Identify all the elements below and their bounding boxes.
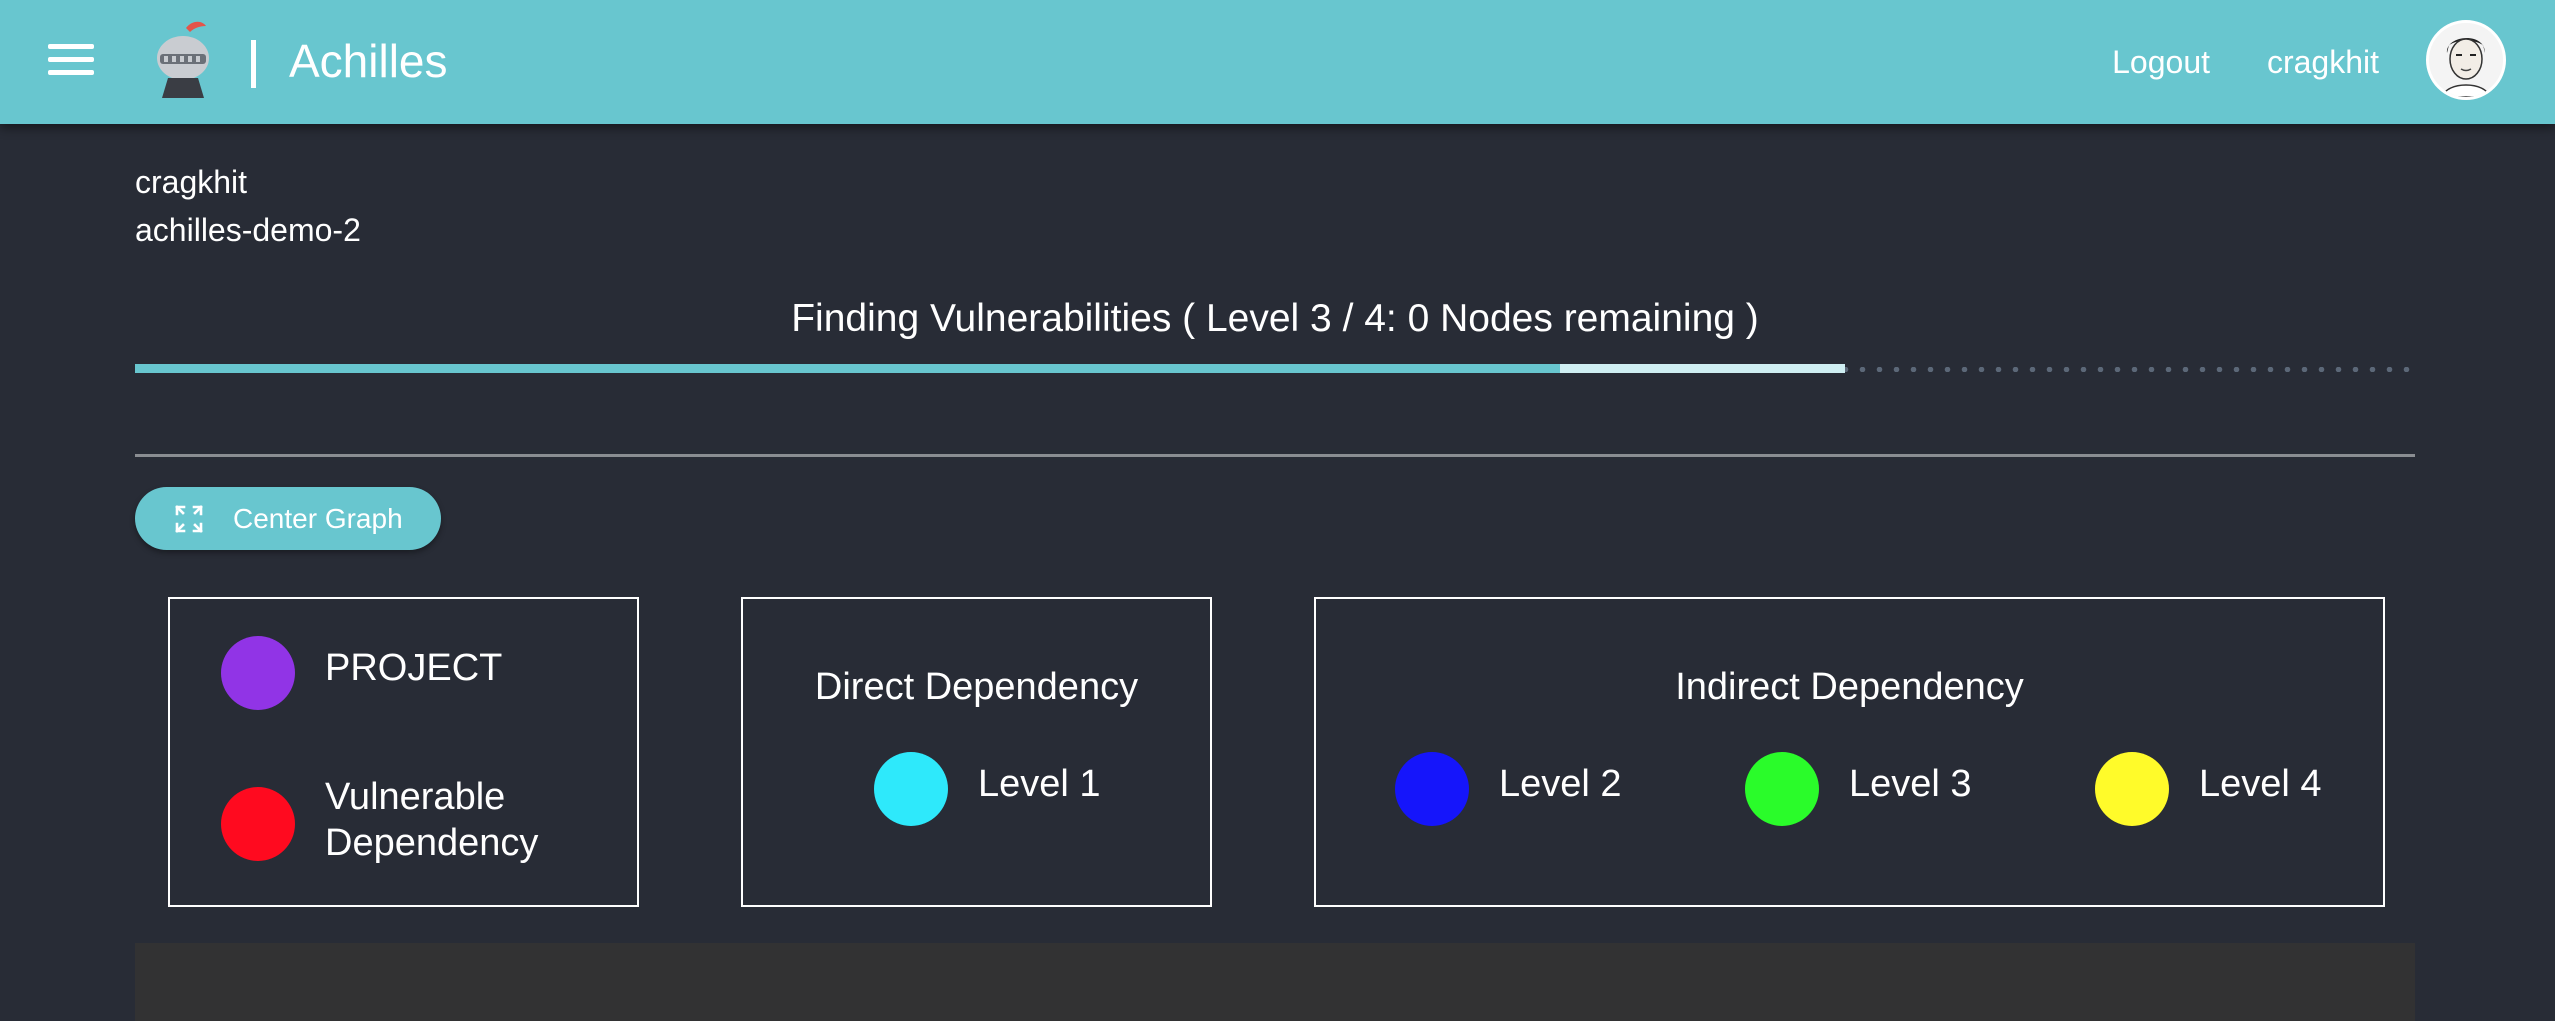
legend-direct-title: Direct Dependency [814, 666, 1139, 708]
legend-indirect: Indirect Dependency Level 2 Level 3 Leve… [1314, 597, 2385, 907]
breadcrumb-project[interactable]: achilles-demo-2 [135, 210, 361, 250]
legend-indirect-title: Indirect Dependency [1675, 666, 2024, 708]
legend-label-level-2: Level 2 [1499, 763, 1622, 805]
scan-progress-bar [135, 364, 2415, 374]
user-avatar[interactable] [2426, 20, 2506, 100]
username-link[interactable]: cragkhit [2267, 40, 2379, 84]
center-graph-button[interactable]: Center Graph [135, 487, 441, 550]
legend-label-level-1: Level 1 [978, 763, 1101, 805]
dependency-graph-canvas[interactable] [135, 943, 2415, 1021]
center-graph-label: Center Graph [233, 503, 403, 534]
legend-label-level-4: Level 4 [2199, 763, 2322, 805]
legend-general: PROJECT Vulnerable Dependency [168, 597, 639, 907]
legend-direct: Direct Dependency Level 1 [741, 597, 1212, 907]
section-divider [135, 454, 2415, 457]
hamburger-menu-icon[interactable] [48, 42, 94, 78]
logout-link[interactable]: Logout [2112, 40, 2210, 84]
expand-arrows-icon [175, 505, 203, 533]
title-divider [251, 40, 256, 88]
legend-dot-project [221, 636, 295, 710]
app-title[interactable]: Achilles [289, 32, 448, 90]
top-app-bar: Achilles Logout cragkhit [0, 0, 2555, 124]
legend-label-vulnerable: Vulnerable Dependency [325, 776, 539, 864]
breadcrumb-user[interactable]: cragkhit [135, 162, 247, 202]
progress-value [135, 364, 1560, 373]
avatar-portrait-icon [2442, 37, 2490, 97]
legend-dot-level-4 [2095, 752, 2169, 826]
legend-label-project: PROJECT [325, 647, 503, 689]
legend-dot-level-2 [1395, 752, 1469, 826]
knight-helmet-logo[interactable] [148, 18, 218, 98]
legend-dot-level-1 [874, 752, 948, 826]
legend-dot-level-3 [1745, 752, 1819, 826]
scan-status-text: Finding Vulnerabilities ( Level 3 / 4: 0… [791, 297, 1759, 340]
legend-dot-vulnerable [221, 787, 295, 861]
legend-label-level-3: Level 3 [1849, 763, 1972, 805]
